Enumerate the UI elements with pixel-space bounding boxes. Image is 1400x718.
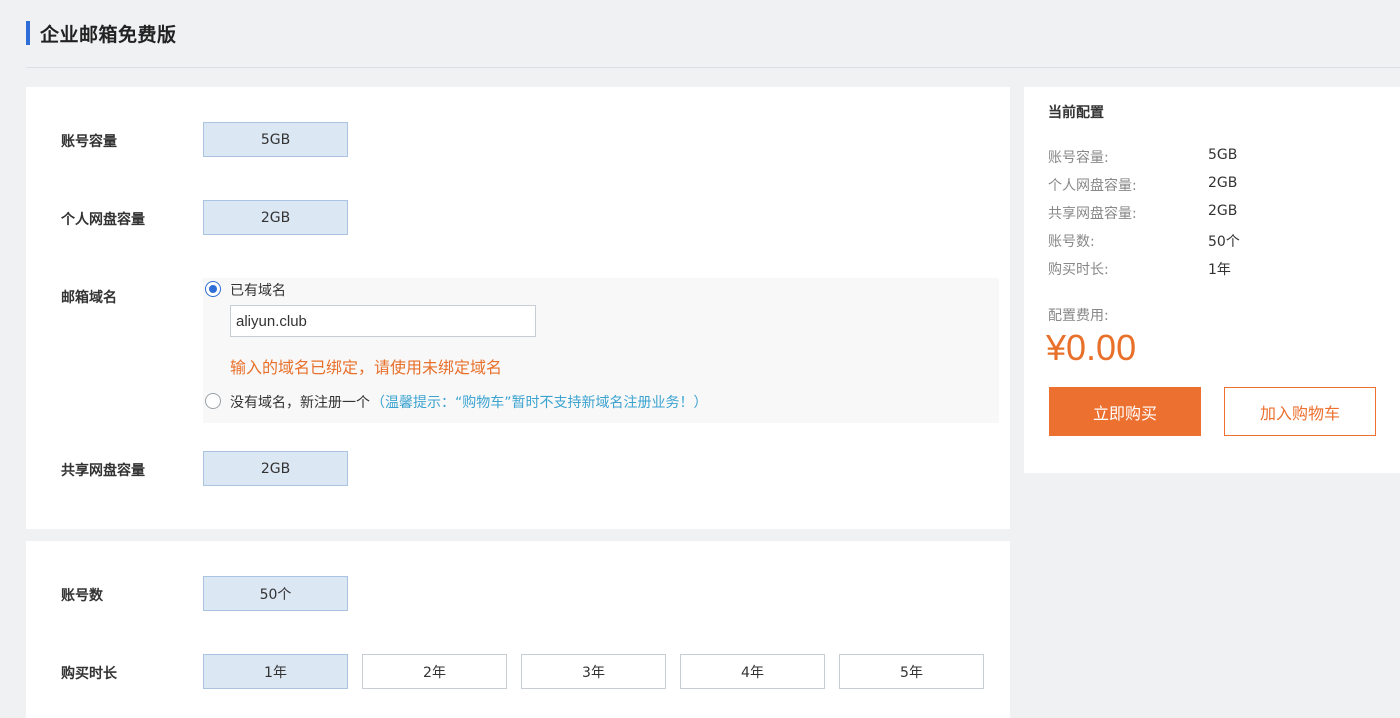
shared-disk-option[interactable]: 2GB bbox=[203, 451, 348, 486]
account-count-option[interactable]: 50个 bbox=[203, 576, 348, 611]
duration-option-1[interactable]: 1年 bbox=[203, 654, 348, 689]
purchase-panel: 账号数 50个 购买时长 1年 2年 3年 4年 5年 bbox=[26, 541, 1010, 718]
duration-option-4[interactable]: 4年 bbox=[680, 654, 825, 689]
summary-key: 个人网盘容量: bbox=[1048, 178, 1137, 194]
personal-disk-label: 个人网盘容量 bbox=[61, 212, 145, 228]
buy-now-button[interactable]: 立即购买 bbox=[1049, 387, 1201, 436]
duration-option-5[interactable]: 5年 bbox=[839, 654, 984, 689]
no-domain-radio[interactable] bbox=[205, 393, 221, 409]
no-domain-label[interactable]: 没有域名，新注册一个 bbox=[230, 392, 370, 412]
summary-value: 2GB bbox=[1208, 175, 1238, 191]
summary-row: 账号容量: 5GB bbox=[1048, 147, 1388, 167]
config-panel: 账号容量 5GB 个人网盘容量 2GB 邮箱域名 已有域名 输入的域名已绑定，请… bbox=[26, 87, 1010, 529]
domain-label: 邮箱域名 bbox=[61, 290, 117, 306]
price-value: ¥0.00 bbox=[1046, 327, 1137, 368]
duration-label: 购买时长 bbox=[61, 666, 117, 682]
shared-disk-label: 共享网盘容量 bbox=[61, 463, 145, 479]
header-divider bbox=[26, 67, 1400, 68]
summary-row: 购买时长: 1年 bbox=[1048, 259, 1388, 279]
summary-value: 2GB bbox=[1208, 203, 1238, 219]
summary-panel: 当前配置 账号容量: 5GB 个人网盘容量: 2GB 共享网盘容量: 2GB 账… bbox=[1024, 87, 1400, 473]
duration-option-3[interactable]: 3年 bbox=[521, 654, 666, 689]
add-to-cart-button[interactable]: 加入购物车 bbox=[1224, 387, 1376, 436]
duration-option-2[interactable]: 2年 bbox=[362, 654, 507, 689]
summary-value: 5GB bbox=[1208, 147, 1238, 163]
account-capacity-label: 账号容量 bbox=[61, 134, 117, 150]
summary-value: 50个 bbox=[1208, 234, 1240, 250]
has-domain-radio[interactable] bbox=[205, 281, 221, 297]
fee-label: 配置费用: bbox=[1048, 308, 1109, 324]
account-count-label: 账号数 bbox=[61, 588, 103, 604]
summary-key: 账号数: bbox=[1048, 234, 1095, 250]
summary-row: 个人网盘容量: 2GB bbox=[1048, 175, 1388, 195]
page-title: 企业邮箱免费版 bbox=[40, 24, 177, 46]
title-accent-bar bbox=[26, 21, 30, 45]
summary-value: 1年 bbox=[1208, 262, 1231, 278]
summary-row: 共享网盘容量: 2GB bbox=[1048, 203, 1388, 223]
personal-disk-option[interactable]: 2GB bbox=[203, 200, 348, 235]
summary-title: 当前配置 bbox=[1048, 105, 1104, 121]
account-capacity-option[interactable]: 5GB bbox=[203, 122, 348, 157]
domain-error-message: 输入的域名已绑定，请使用未绑定域名 bbox=[230, 358, 503, 377]
summary-key: 购买时长: bbox=[1048, 262, 1109, 278]
domain-hint: （温馨提示：“购物车”暂时不支持新域名注册业务！） bbox=[371, 395, 708, 411]
page-header: 企业邮箱免费版 bbox=[0, 0, 1400, 68]
domain-input[interactable] bbox=[230, 305, 536, 337]
summary-row: 账号数: 50个 bbox=[1048, 231, 1388, 251]
summary-key: 共享网盘容量: bbox=[1048, 206, 1137, 222]
domain-options-box: 已有域名 输入的域名已绑定，请使用未绑定域名 没有域名，新注册一个 （温馨提示：… bbox=[203, 278, 999, 423]
summary-key: 账号容量: bbox=[1048, 150, 1109, 166]
has-domain-label[interactable]: 已有域名 bbox=[230, 280, 286, 300]
